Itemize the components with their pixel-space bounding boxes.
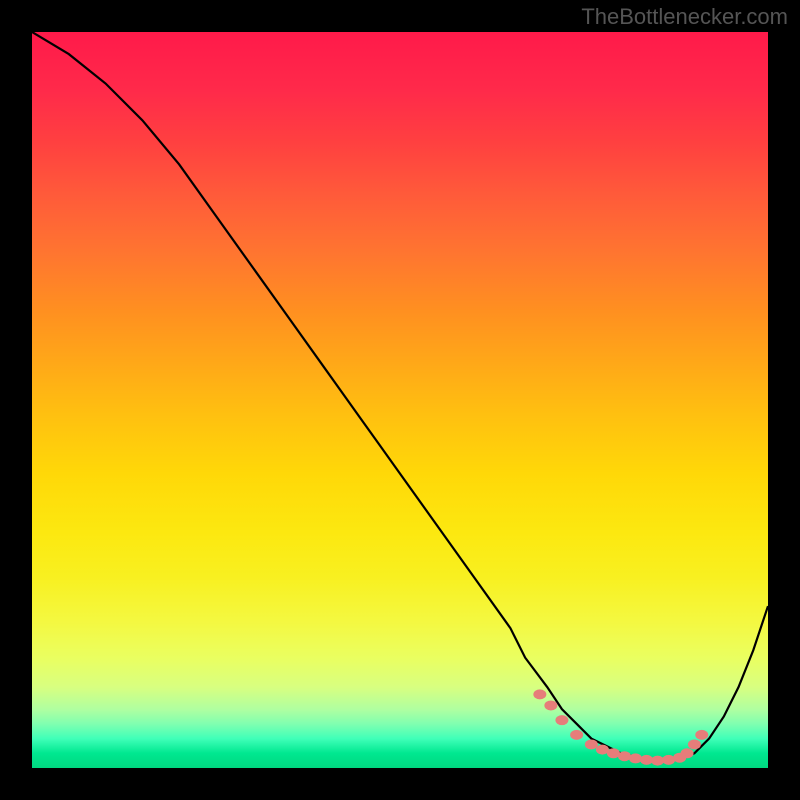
highlight-dot [629,753,642,763]
chart-plot-area [32,32,768,768]
highlight-dot [555,715,568,725]
highlight-dot [585,739,598,749]
highlight-dot [695,730,708,740]
highlight-dot [688,739,701,749]
highlight-dot [681,748,694,758]
highlight-dot [618,751,631,761]
main-curve-path [32,32,768,761]
highlight-dot [544,700,557,710]
highlight-dot [651,756,664,766]
highlight-dot [607,748,620,758]
watermark-text: TheBottlenecker.com [581,4,788,30]
highlight-dot [533,689,546,699]
chart-svg [32,32,768,768]
highlight-dots-group [533,689,708,765]
highlight-dot [570,730,583,740]
highlight-dot [640,755,653,765]
highlight-dot [662,755,675,765]
